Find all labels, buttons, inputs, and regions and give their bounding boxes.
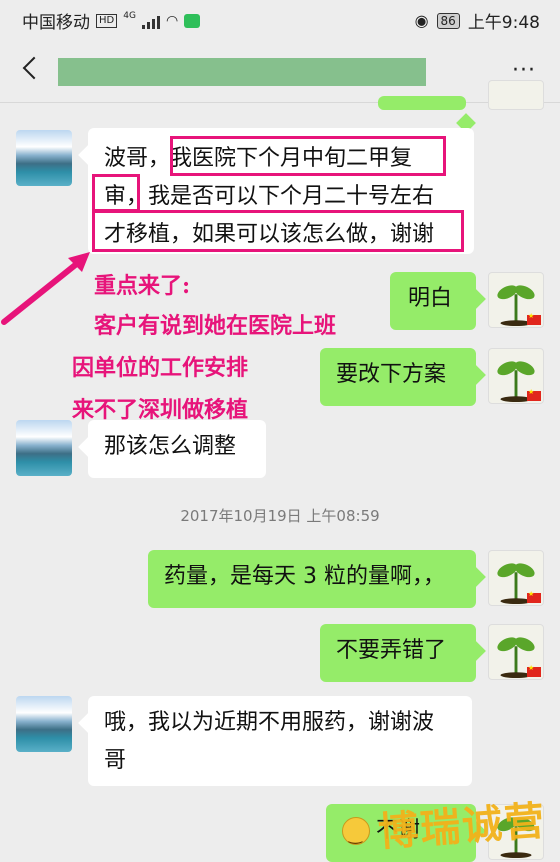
message-text: 不要弄错了 xyxy=(336,638,447,663)
message-text: 明白 xyxy=(408,286,453,311)
arrow-icon xyxy=(1,252,90,325)
avatar[interactable] xyxy=(16,130,72,186)
annotation-line: 重点来了: xyxy=(94,273,191,299)
status-right: ◉ 86 上午9:48 xyxy=(415,8,540,33)
message-text-line: 哦，我以为近期不用服药，谢谢波 xyxy=(104,710,435,735)
notification-icon xyxy=(184,13,201,28)
message-bubble[interactable]: 那该怎么调整 xyxy=(88,420,266,478)
message-bubble[interactable]: 不要弄错了 xyxy=(320,624,476,682)
chat-title-redacted xyxy=(58,58,426,86)
avatar[interactable] xyxy=(488,348,544,404)
smile-emoji-icon xyxy=(342,816,370,854)
flag-icon xyxy=(527,664,541,677)
flag-icon xyxy=(527,590,541,603)
annotation-line: 客户有说到她在医院上班 xyxy=(94,313,337,339)
watermark: 博瑞诚营 xyxy=(376,797,548,856)
avatar[interactable] xyxy=(16,696,72,752)
signal-icon xyxy=(141,13,160,29)
message-bubble[interactable]: 波哥，我医院下个月中旬二甲复 审，我是否可以下个月二十号左右 才移植，如果可以该… xyxy=(88,128,474,254)
message-bubble[interactable]: 明白 xyxy=(390,272,476,330)
chat-header: ··· xyxy=(0,40,560,103)
message-bubble-cut xyxy=(378,96,466,110)
message-text: 要改下方案 xyxy=(336,362,447,387)
message-text-line: 波哥，我医院下个月中旬二甲复 xyxy=(104,146,413,171)
message-text: 那该怎么调整 xyxy=(104,434,237,459)
battery-indicator: 86 xyxy=(436,12,460,29)
avatar[interactable] xyxy=(16,420,72,476)
message-text-line: 才移植，如果可以该怎么做，谢谢 xyxy=(104,222,435,247)
avatar[interactable] xyxy=(488,272,544,328)
message-text: 药量，是每天 3 粒的量啊，， xyxy=(164,564,445,589)
message-bubble[interactable]: 哦，我以为近期不用服药，谢谢波 哥 xyxy=(88,696,472,786)
chevron-left-icon[interactable] xyxy=(18,54,48,84)
network-label: 4G xyxy=(123,10,136,21)
annotation-line: 因单位的工作安排 xyxy=(72,355,249,381)
clock: 上午9:48 xyxy=(467,13,540,33)
carrier-label: 中国移动 xyxy=(22,13,90,33)
avatar[interactable] xyxy=(488,624,544,680)
avatar[interactable] xyxy=(488,80,544,110)
timestamp: 2017年10月19日 上午08:59 xyxy=(180,507,380,525)
status-bar: 中国移动 HD 4G ◠ ◉ 86 上午9:48 xyxy=(0,0,560,40)
message-bubble[interactable]: 药量，是每天 3 粒的量啊，， xyxy=(148,550,476,608)
eye-icon: ◉ xyxy=(414,11,429,30)
message-text-line: 审，我是否可以下个月二十号左右 xyxy=(104,184,435,209)
flag-icon xyxy=(527,388,541,401)
wifi-icon: ◠ xyxy=(165,12,179,29)
avatar[interactable] xyxy=(488,550,544,606)
status-left: 中国移动 HD 4G ◠ xyxy=(22,8,201,33)
message-bubble[interactable]: 要改下方案 xyxy=(320,348,476,406)
hd-badge: HD xyxy=(96,13,118,28)
flag-icon xyxy=(527,312,541,325)
message-text-line: 哥 xyxy=(104,748,127,773)
